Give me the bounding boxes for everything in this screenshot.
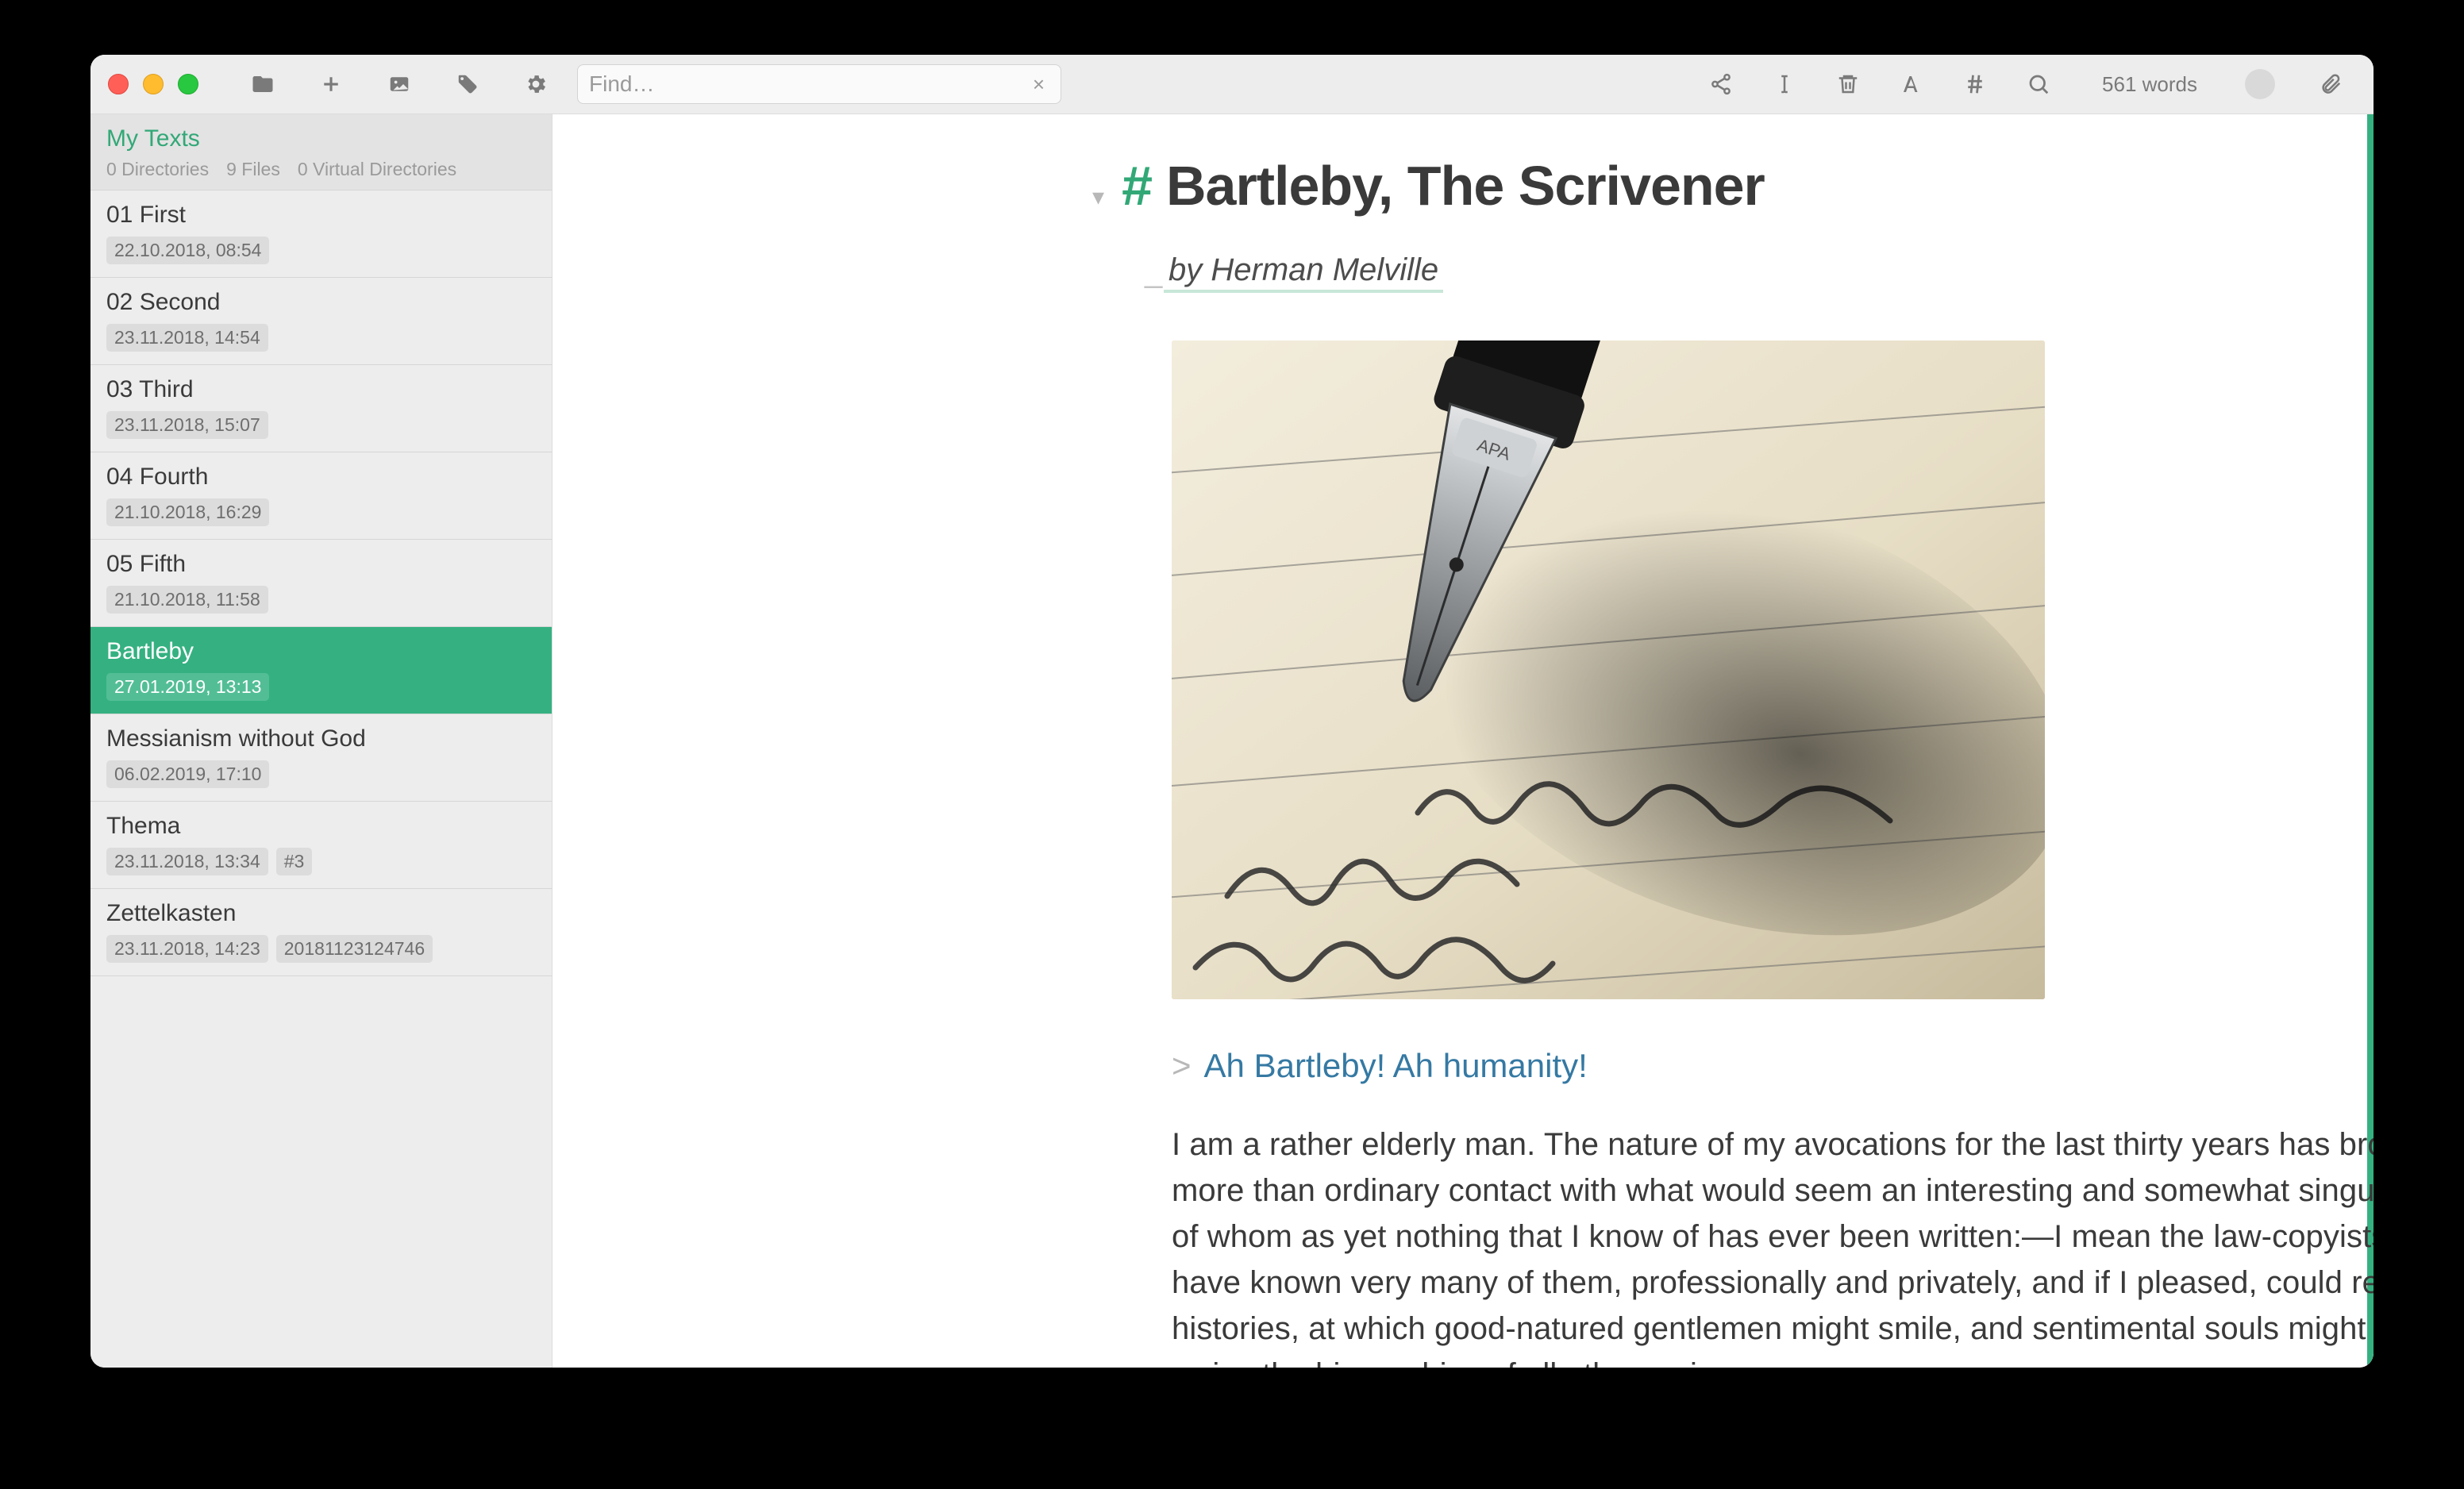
file-item-name: 05 Fifth [106,551,536,578]
file-item-name: Messianism without God [106,725,536,752]
hash-icon [1963,72,1987,96]
paperclip-icon [2319,72,2343,96]
file-item-chips: 21.10.2018, 16:29 [106,498,536,526]
window-close-button[interactable] [108,74,129,94]
file-item-extra: 20181123124746 [276,935,433,963]
search-icon [2027,72,2050,96]
file-item-date: 21.10.2018, 11:58 [106,586,268,614]
quote-marker-icon: > [1172,1047,1192,1085]
attachments-button[interactable] [2299,55,2362,114]
open-folder-button[interactable] [231,55,295,114]
file-item-date: 21.10.2018, 16:29 [106,498,269,526]
file-item-name: Zettelkasten [106,900,536,927]
sidebar-vdir-count: 0 Virtual Directories [298,159,456,180]
window-zoom-button[interactable] [178,74,198,94]
file-item[interactable]: Bartleby 27.01.2019, 13:13 [90,627,552,714]
file-item[interactable]: 04 Fourth 21.10.2018, 16:29 [90,452,552,540]
sidebar-title: My Texts [106,125,536,152]
window-traffic-lights [108,74,198,94]
tags-button[interactable] [436,55,499,114]
content-image: APA [1172,341,2045,999]
document-byline[interactable]: by Herman Melville [1164,252,1443,293]
file-item-chips: 23.11.2018, 14:54 [106,324,536,352]
file-item-date: 23.11.2018, 13:34 [106,848,268,875]
file-item-chips: 27.01.2019, 13:13 [106,673,536,701]
file-item-name: Bartleby [106,638,536,665]
avatar[interactable] [2245,69,2275,99]
distraction-free-button[interactable] [1753,55,1816,114]
window-minimize-button[interactable] [143,74,164,94]
editor-surface[interactable]: ▾ # Bartleby, The Scrivener by Herman Me… [552,114,2374,1368]
quote-text: Ah Bartleby! Ah humanity! [1204,1047,1588,1085]
file-item-date: 22.10.2018, 08:54 [106,237,269,264]
toolbar-right: 561 words [1689,55,2362,114]
file-item-name: 04 Fourth [106,464,536,491]
file-item-extra: #3 [276,848,313,875]
gear-icon [524,72,548,96]
file-item-date: 06.02.2019, 17:10 [106,760,269,788]
file-item-chips: 23.11.2018, 14:23 20181123124746 [106,935,536,963]
blockquote[interactable]: > Ah Bartleby! Ah humanity! [1172,1047,2254,1085]
toc-button[interactable] [1943,55,2007,114]
pen-image-icon: APA [1172,341,2045,999]
share-icon [1709,72,1733,96]
sidebar-meta: 0 Directories 9 Files 0 Virtual Director… [106,159,536,180]
file-item[interactable]: 01 First 22.10.2018, 08:54 [90,190,552,278]
file-item-chips: 21.10.2018, 11:58 [106,586,536,614]
file-item-date: 27.01.2019, 13:13 [106,673,269,701]
search-clear-button[interactable]: × [1028,72,1049,97]
global-search[interactable]: × [577,64,1061,104]
delete-button[interactable] [1816,55,1880,114]
file-item-date: 23.11.2018, 14:23 [106,935,268,963]
file-item-name: 03 Third [106,376,536,403]
file-item-date: 23.11.2018, 15:07 [106,411,268,439]
new-file-button[interactable] [299,55,363,114]
file-item[interactable]: 03 Third 23.11.2018, 15:07 [90,365,552,452]
text-cursor-icon [1773,72,1796,96]
editor-pane: ▾ # Bartleby, The Scrivener by Herman Me… [552,114,2374,1368]
insert-image-button[interactable] [368,55,431,114]
file-item-date: 23.11.2018, 14:54 [106,324,268,352]
file-item-name: Thema [106,813,536,840]
file-item[interactable]: 05 Fifth 21.10.2018, 11:58 [90,540,552,627]
markdown-hash: # [1122,154,1152,217]
fold-marker-icon[interactable]: ▾ [1092,183,1104,211]
file-item[interactable]: 02 Second 23.11.2018, 14:54 [90,278,552,365]
plus-icon [319,72,343,96]
trash-icon [1836,72,1860,96]
search-input[interactable] [589,71,1020,97]
body-paragraph[interactable]: I am a rather elderly man. The nature of… [1172,1122,2374,1368]
tag-icon [456,72,479,96]
find-in-file-button[interactable] [2007,55,2070,114]
font-icon [1900,72,1923,96]
file-item[interactable]: Messianism without God 06.02.2019, 17:10 [90,714,552,802]
sidebar-file-count: 9 Files [226,159,280,180]
app-window: × [90,55,2374,1368]
file-item[interactable]: Zettelkasten 23.11.2018, 14:23 20181123124… [90,889,552,976]
image-icon [387,72,411,96]
folder-icon [251,72,275,96]
word-count: 561 words [2102,72,2197,97]
toolbar: × [90,55,2374,114]
file-list: 01 First 22.10.2018, 08:54 02 Second 23.11.… [90,190,552,1368]
file-item-name: 01 First [106,202,536,229]
file-item-chips: 06.02.2019, 17:10 [106,760,536,788]
file-item-name: 02 Second [106,289,536,316]
heading-1[interactable]: ▾ # Bartleby, The Scrivener [632,154,2254,217]
sidebar-header[interactable]: My Texts 0 Directories 9 Files 0 Virtual… [90,114,552,190]
document-title: Bartleby, The Scrivener [1166,154,1765,217]
file-item[interactable]: Thema 23.11.2018, 13:34 #3 [90,802,552,889]
sidebar: My Texts 0 Directories 9 Files 0 Virtual… [90,114,552,1368]
sidebar-dir-count: 0 Directories [106,159,209,180]
share-button[interactable] [1689,55,1753,114]
typography-button[interactable] [1880,55,1943,114]
file-item-chips: 22.10.2018, 08:54 [106,237,536,264]
file-item-chips: 23.11.2018, 15:07 [106,411,536,439]
settings-button[interactable] [504,55,568,114]
file-item-chips: 23.11.2018, 13:34 #3 [106,848,536,875]
